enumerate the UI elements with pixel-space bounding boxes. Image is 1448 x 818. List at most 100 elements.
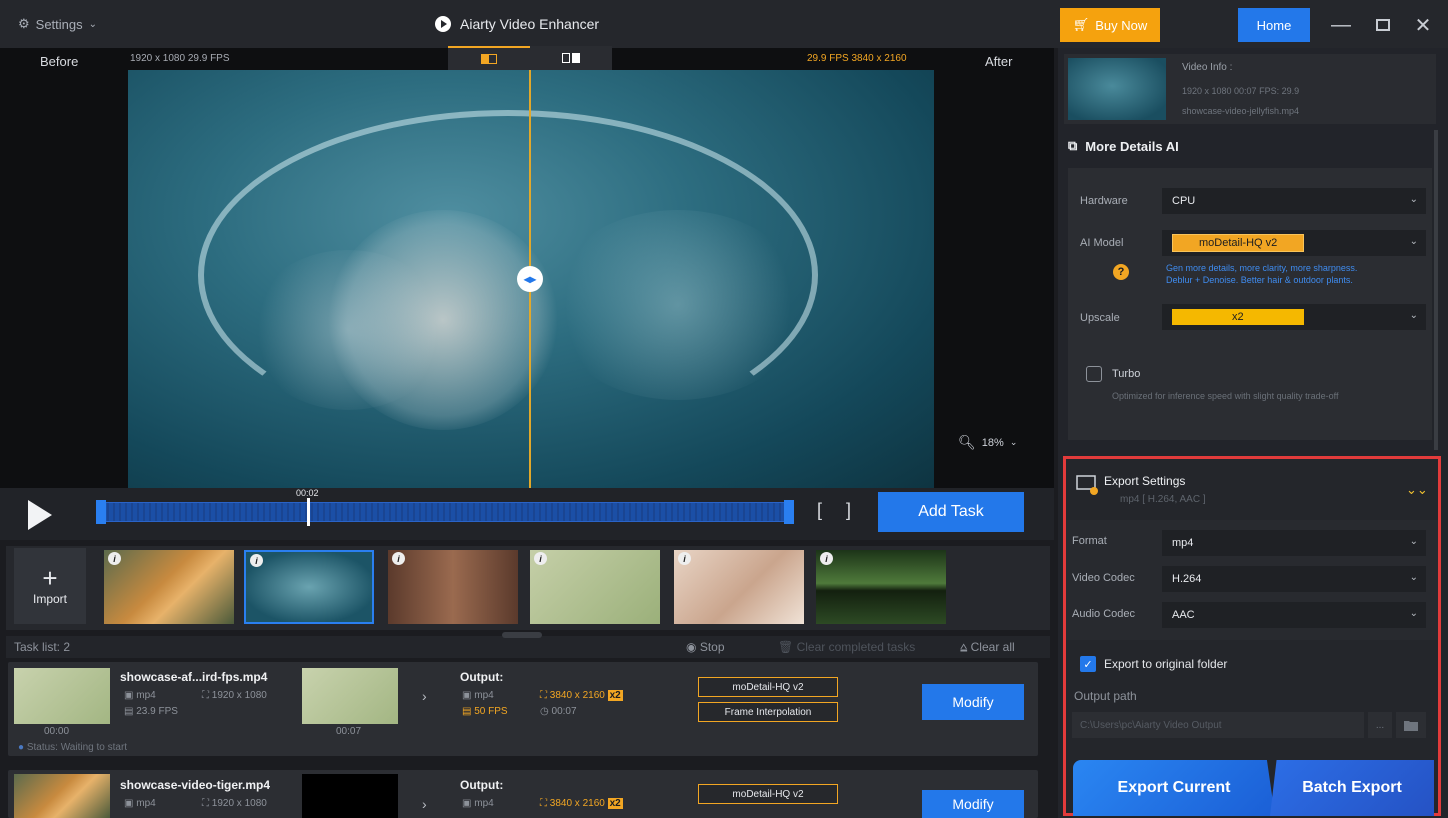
import-label: Import <box>32 592 67 606</box>
folder-icon[interactable] <box>1396 712 1426 738</box>
mark-out-icon[interactable]: ] <box>846 500 851 521</box>
video-info-thumbnail <box>1068 58 1166 120</box>
info-icon[interactable]: i <box>392 552 405 565</box>
task-model-chip[interactable]: moDetail-HQ v2 <box>698 784 838 804</box>
info-icon[interactable]: i <box>820 552 833 565</box>
format-value: mp4 <box>1172 537 1194 549</box>
video-codec-value: H.264 <box>1172 573 1202 585</box>
turbo-label: Turbo <box>1112 368 1141 380</box>
hardware-value: CPU <box>1172 195 1196 207</box>
maximize-icon[interactable] <box>1370 12 1396 38</box>
ai-hint-line-1: Gen more details, more clarity, more sha… <box>1166 263 1358 273</box>
output-path-label: Output path <box>1074 689 1137 703</box>
video-codec-dropdown[interactable]: H.264 ⌄ <box>1162 566 1426 592</box>
task-source-thumbnail <box>14 668 110 724</box>
close-icon[interactable]: ✕ <box>1410 12 1436 38</box>
clear-completed-button[interactable]: 🗑︎ Clear completed tasks <box>778 640 915 654</box>
info-icon[interactable]: i <box>108 552 121 565</box>
help-icon[interactable]: ? <box>1113 264 1129 280</box>
export-settings-icon <box>1076 474 1100 499</box>
buy-now-button[interactable]: 🛒︎ Buy Now <box>1060 8 1160 42</box>
browse-button[interactable]: ... <box>1368 712 1392 738</box>
broom-icon: ⩠ <box>960 640 971 654</box>
task-status: ● Status: Waiting to start <box>18 742 128 753</box>
modify-button[interactable]: Modify <box>922 684 1024 720</box>
playhead[interactable] <box>307 498 310 526</box>
thumbnail-tiger[interactable]: i <box>104 550 234 624</box>
format-dropdown[interactable]: mp4 ⌄ <box>1162 530 1426 556</box>
trim-end-handle[interactable] <box>784 500 794 524</box>
task-model-chip[interactable]: moDetail-HQ v2 <box>698 677 838 697</box>
chevron-down-icon: ⌄ <box>1009 437 1018 447</box>
task-resolution-value: 1920 x 1080 <box>211 690 267 701</box>
audio-codec-dropdown[interactable]: AAC ⌄ <box>1162 602 1426 628</box>
settings-menu[interactable]: ⚙ Settings ⌄ <box>18 16 97 32</box>
settings-label: Settings <box>35 16 83 32</box>
turbo-description: Optimized for inference speed with sligh… <box>1112 391 1339 401</box>
app-title: Aiarty Video Enhancer <box>434 15 599 33</box>
ai-model-value: moDetail-HQ v2 <box>1172 234 1305 252</box>
chevron-down-icon: ⌄ <box>1409 236 1418 247</box>
export-current-button[interactable]: Export Current <box>1073 760 1275 816</box>
info-icon[interactable]: i <box>678 552 691 565</box>
task-out-format: ▣ mp4 <box>462 798 494 809</box>
turbo-checkbox[interactable] <box>1086 366 1102 382</box>
upscale-dropdown[interactable]: x2 ⌄ <box>1162 304 1426 330</box>
batch-export-button[interactable]: Batch Export <box>1270 760 1434 816</box>
source-info: 1920 x 1080 29.9 FPS <box>130 53 230 64</box>
video-info-file: showcase-video-jellyfish.mp4 <box>1182 106 1300 116</box>
task-out-duration-value: 00:07 <box>551 706 577 717</box>
arrow-right-icon: › <box>422 796 427 812</box>
ai-section-title: ⧉ More Details AI <box>1068 138 1179 154</box>
zoom-icon: 🔍︎ <box>958 434 976 450</box>
right-panel-scrollbar[interactable] <box>1434 130 1438 450</box>
stop-button[interactable]: ◉ Stop <box>686 640 725 654</box>
thumbnail-hummingbird[interactable]: i <box>530 550 660 624</box>
home-button[interactable]: Home <box>1238 8 1310 42</box>
side-by-side-icon <box>562 53 580 63</box>
task-resolution: ⛶ 1920 x 1080 <box>202 798 267 809</box>
minimize-icon[interactable]: — <box>1328 12 1354 38</box>
info-icon[interactable]: i <box>250 554 263 567</box>
ai-model-dropdown[interactable]: moDetail-HQ v2 ⌄ <box>1162 230 1426 256</box>
thumbnail-jellyfish[interactable]: i <box>244 550 374 624</box>
modify-button[interactable]: Modify <box>922 790 1024 818</box>
thumbnail-forest[interactable]: i <box>816 550 946 624</box>
export-settings-subtitle: mp4 [ H.264, AAC ] <box>1120 494 1206 505</box>
original-folder-label: Export to original folder <box>1104 657 1228 671</box>
play-icon[interactable] <box>28 500 52 530</box>
task-resolution-value: 1920 x 1080 <box>211 798 267 809</box>
collapse-handle[interactable] <box>502 632 542 638</box>
task-time-end: 00:07 <box>336 726 362 737</box>
upscale-value: x2 <box>1172 309 1304 325</box>
task-out-resolution: ⛶ 3840 x 2160 x2 <box>540 690 623 701</box>
audio-codec-value: AAC <box>1172 609 1195 621</box>
info-icon[interactable]: i <box>534 552 547 565</box>
export-settings-title: Export Settings <box>1104 474 1186 488</box>
side-by-side-button[interactable] <box>530 46 612 70</box>
upscale-label: Upscale <box>1080 312 1120 324</box>
task-interpolation-chip[interactable]: Frame Interpolation <box>698 702 838 722</box>
import-button[interactable]: + Import <box>14 548 86 624</box>
video-info-title: Video Info : <box>1182 62 1233 73</box>
hardware-label: Hardware <box>1080 195 1128 207</box>
clear-all-button[interactable]: ⩠ Clear all <box>960 640 1015 655</box>
trim-start-handle[interactable] <box>96 500 106 524</box>
mark-in-icon[interactable]: [ <box>817 500 822 521</box>
thumbnail-baby[interactable]: i <box>674 550 804 624</box>
original-folder-checkbox[interactable]: ✓ <box>1080 656 1096 672</box>
buy-now-label: Buy Now <box>1095 17 1148 33</box>
tasklist-count: Task list: 2 <box>14 640 71 654</box>
output-info: 29.9 FPS 3840 x 2160 <box>807 53 907 64</box>
task-out-resolution-value: 3840 x 2160 <box>549 690 605 701</box>
output-label: Output: <box>460 670 504 684</box>
thumbnail-portrait[interactable]: i <box>388 550 518 624</box>
zoom-control[interactable]: 🔍︎ 18% ⌄ <box>958 434 1017 451</box>
expand-icon[interactable]: ⌄⌄ <box>1406 482 1428 498</box>
timeline-track[interactable] <box>96 502 792 522</box>
output-path-input[interactable]: C:\Users\pc\Aiarty Video Output <box>1072 712 1364 738</box>
add-task-button[interactable]: Add Task <box>878 492 1024 532</box>
split-view-button[interactable] <box>448 46 530 70</box>
split-handle-icon[interactable]: ◂▸ <box>517 266 543 292</box>
hardware-dropdown[interactable]: CPU ⌄ <box>1162 188 1426 214</box>
